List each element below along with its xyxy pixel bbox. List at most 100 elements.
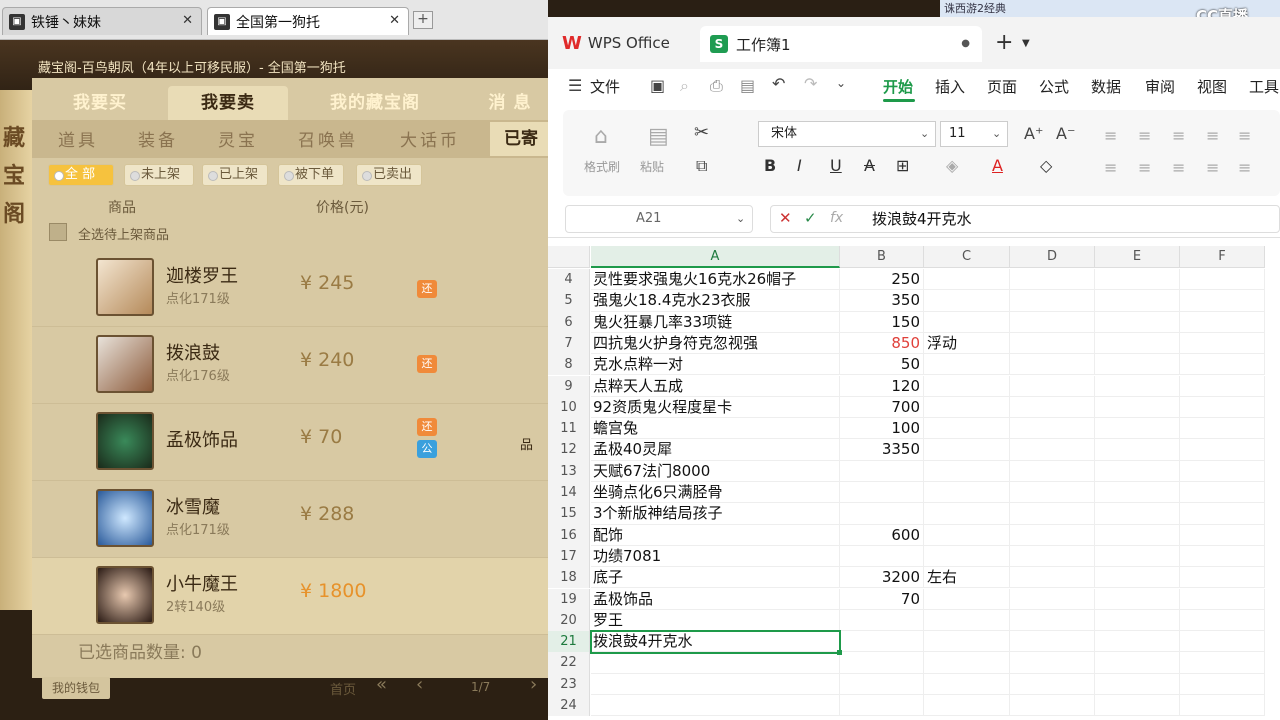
left-arrow-icon[interactable]: ‹ [416,674,423,695]
empty-cell[interactable] [1095,695,1180,717]
cell-b[interactable]: 700 [840,396,924,419]
cell-b[interactable] [840,503,924,525]
category-lingbao[interactable]: 灵宝 [218,126,258,151]
row-header[interactable]: 14 [548,482,590,504]
empty-cell[interactable] [1010,269,1095,291]
function-icon[interactable]: fx [830,210,843,226]
cell-a[interactable]: 天赋67法门8000 [591,460,840,482]
empty-cell[interactable] [1180,290,1265,312]
empty-cell[interactable] [1180,503,1265,525]
empty-cell[interactable] [1095,673,1180,695]
cell-a[interactable]: 功绩7081 [591,545,840,568]
cell-c[interactable] [924,375,1010,397]
tab-buy[interactable]: 我要买 [40,86,160,120]
tab-my-treasure[interactable]: 我的藏宝阁 [300,86,450,120]
cell-b[interactable] [840,545,924,568]
cell-c[interactable] [924,695,1010,717]
row-header[interactable]: 24 [548,695,590,717]
row-header[interactable]: 8 [548,354,590,376]
empty-cell[interactable] [1095,269,1180,291]
justify-icon[interactable]: ≡ [1206,158,1219,177]
undo-icon[interactable]: ↶ [772,74,785,93]
cell-c[interactable] [924,673,1010,695]
empty-cell[interactable] [1180,460,1265,482]
cell-c[interactable] [924,460,1010,482]
empty-cell[interactable] [1010,482,1095,504]
browser-tab-2[interactable]: ▣ 全国第一狗托 ✕ [207,7,409,35]
empty-cell[interactable] [1180,545,1265,568]
cell-c[interactable] [924,290,1010,312]
category-items[interactable]: 道具 [58,126,98,151]
cell-b[interactable]: 70 [840,588,924,610]
strikethrough-button[interactable]: A [864,156,875,175]
name-box[interactable]: A21 [565,205,753,233]
empty-cell[interactable] [1095,290,1180,312]
column-header-a[interactable]: A [591,246,840,268]
row-header[interactable]: 15 [548,503,590,525]
distribute-icon[interactable]: ≡ [1238,158,1251,177]
indent-icon[interactable]: ≡ [1206,126,1219,145]
cell-a[interactable]: 点粹天人五成 [591,375,840,397]
empty-cell[interactable] [1180,652,1265,674]
empty-cell[interactable] [1095,588,1180,610]
cell-c[interactable] [924,652,1010,674]
cell-c[interactable] [924,631,1010,653]
cell-a[interactable] [591,673,840,695]
empty-cell[interactable] [1010,396,1095,419]
chevron-down-icon[interactable]: ⌄ [920,127,929,140]
empty-cell[interactable] [1010,290,1095,312]
preview-icon[interactable]: ▤ [740,76,755,95]
filter-sold[interactable]: 已卖出 [356,164,422,186]
empty-cell[interactable] [1095,503,1180,525]
chevron-down-icon[interactable]: ⌄ [736,212,745,225]
empty-cell[interactable] [1095,354,1180,376]
cell-a[interactable]: 鬼火狂暴几率33项链 [591,311,840,333]
empty-cell[interactable] [1180,482,1265,504]
cell-c[interactable] [924,439,1010,461]
cell-c[interactable]: 左右 [924,567,1010,589]
cell-b[interactable]: 150 [840,311,924,333]
row-header[interactable]: 17 [548,545,590,568]
align-bottom-icon[interactable]: ≡ [1172,126,1185,145]
underline-button[interactable]: U [830,156,842,175]
menu-view[interactable]: 视图 [1197,76,1227,97]
empty-cell[interactable] [1180,311,1265,333]
row-header[interactable]: 21 [548,631,590,653]
chevron-down-icon[interactable]: ⌄ [992,127,1001,140]
empty-cell[interactable] [1095,418,1180,440]
cell-a[interactable]: 强鬼火18.4克水23衣服 [591,290,840,312]
row-header[interactable]: 6 [548,311,590,333]
row-header[interactable]: 7 [548,332,590,355]
column-header-d[interactable]: D [1010,246,1095,268]
cell-a[interactable] [591,695,840,717]
decrease-font-icon[interactable]: A⁻ [1056,124,1075,143]
redo-icon[interactable]: ↷ [804,74,817,93]
align-right-icon[interactable]: ≡ [1172,158,1185,177]
filter-all[interactable]: 全 部 [48,164,114,186]
cell-c[interactable] [924,588,1010,610]
clear-format-icon[interactable]: ◇ [1040,156,1052,175]
cell-b[interactable] [840,673,924,695]
empty-cell[interactable] [1010,332,1095,355]
cell-b[interactable] [840,460,924,482]
empty-cell[interactable] [1095,652,1180,674]
empty-cell[interactable] [1095,439,1180,461]
align-left-icon[interactable]: ≡ [1104,158,1117,177]
column-header-e[interactable]: E [1095,246,1180,268]
empty-cell[interactable] [1095,311,1180,333]
save-icon[interactable]: ▣ [650,76,665,95]
increase-font-icon[interactable]: A⁺ [1024,124,1043,143]
chevron-down-icon[interactable]: ▼ [1022,38,1030,49]
close-icon[interactable]: ✕ [182,13,193,28]
empty-cell[interactable] [1010,631,1095,653]
cell-a[interactable]: 克水点粹一对 [591,354,840,376]
empty-cell[interactable] [1095,332,1180,355]
new-tab-button[interactable]: + [413,11,433,29]
cell-b[interactable] [840,631,924,653]
cell-a[interactable]: 坐骑点化6只满胫骨 [591,482,840,504]
list-item[interactable]: 小牛魔王 2转140级 ¥ 1800 [32,558,552,635]
fill-color-icon[interactable]: ◈ [946,156,958,175]
empty-cell[interactable] [1180,695,1265,717]
background-tab[interactable]: 诛西游2经典 [942,0,1054,17]
empty-cell[interactable] [1095,545,1180,568]
